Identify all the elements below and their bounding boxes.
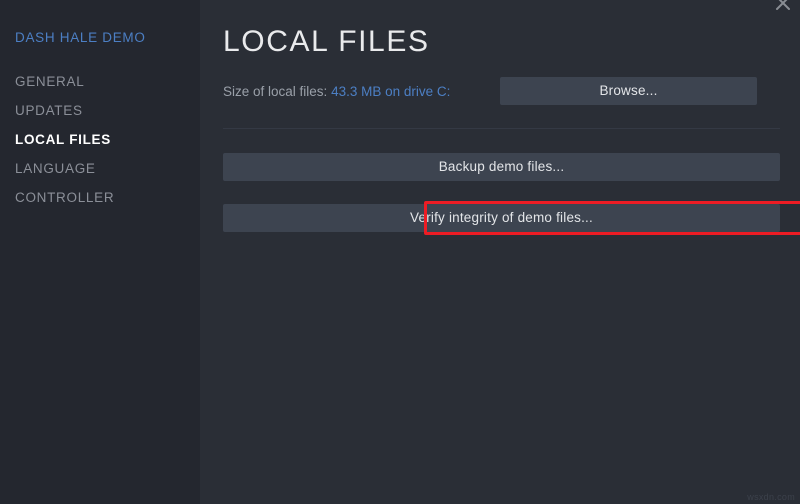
sidebar-nav-list: GENERAL UPDATES LOCAL FILES LANGUAGE CON…	[0, 67, 200, 212]
page-title: LOCAL FILES	[223, 25, 430, 58]
sidebar-game-title[interactable]: DASH HALE DEMO	[0, 29, 200, 47]
sidebar-item-language[interactable]: LANGUAGE	[0, 154, 200, 183]
sidebar-item-general[interactable]: GENERAL	[0, 67, 200, 96]
browse-button[interactable]: Browse...	[500, 77, 757, 105]
sidebar-item-local-files[interactable]: LOCAL FILES	[0, 125, 200, 154]
sidebar-item-controller[interactable]: CONTROLLER	[0, 183, 200, 212]
watermark: wsxdn.com	[747, 492, 795, 502]
close-icon[interactable]	[772, 0, 794, 14]
size-label: Size of local files:	[223, 84, 328, 99]
size-value[interactable]: 43.3 MB on drive C:	[331, 84, 450, 99]
main-content: LOCAL FILES Size of local files: 43.3 MB…	[200, 0, 800, 504]
verify-integrity-button[interactable]: Verify integrity of demo files...	[223, 204, 780, 232]
properties-window: DASH HALE DEMO GENERAL UPDATES LOCAL FIL…	[0, 0, 800, 504]
backup-demo-files-button[interactable]: Backup demo files...	[223, 153, 780, 181]
sidebar-item-updates[interactable]: UPDATES	[0, 96, 200, 125]
sidebar: DASH HALE DEMO GENERAL UPDATES LOCAL FIL…	[0, 0, 200, 504]
section-divider	[223, 128, 780, 129]
local-files-size-row: Size of local files: 43.3 MB on drive C:	[223, 83, 450, 100]
